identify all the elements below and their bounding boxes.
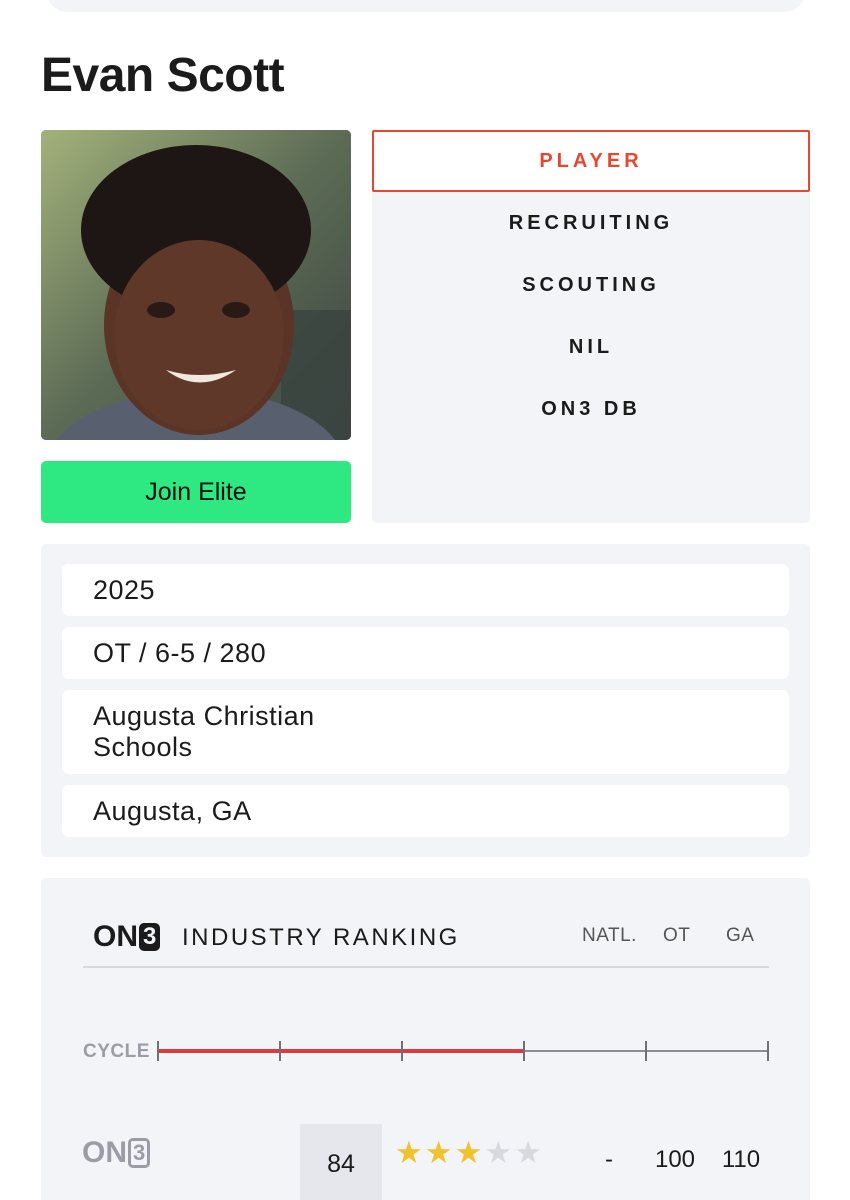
nav-recruiting[interactable]: RECRUITING: [372, 192, 810, 254]
cycle-tick: [401, 1041, 403, 1061]
nav-scouting[interactable]: SCOUTING: [372, 254, 810, 316]
cycle-tick: [767, 1041, 769, 1061]
player-rating: 84: [300, 1124, 382, 1200]
cycle-tick: [157, 1041, 159, 1061]
col-head-state: GA: [726, 925, 755, 946]
position-size: OT / 6-5 / 280: [62, 627, 789, 679]
cycle-tick: [523, 1041, 525, 1061]
national-rank: -: [605, 1146, 613, 1173]
player-photo: [41, 130, 351, 440]
high-school-line-2: Schools: [93, 732, 193, 762]
star-empty-icon: ★: [514, 1135, 542, 1170]
high-school[interactable]: Augusta Christian Schools: [62, 690, 789, 774]
previous-card: [46, 0, 806, 12]
join-elite-button[interactable]: Join Elite: [41, 461, 351, 523]
star-filled-icon: ★: [395, 1135, 423, 1170]
ranking-divider: [83, 966, 769, 968]
high-school-line-1: Augusta Christian: [93, 701, 315, 731]
col-head-position: OT: [663, 925, 691, 946]
cycle-tick: [645, 1041, 647, 1061]
nav-on3-db[interactable]: ON3 DB: [372, 378, 810, 440]
player-photo-image: [41, 130, 351, 440]
ranking-title: INDUSTRY RANKING: [182, 924, 460, 951]
star-filled-icon: ★: [424, 1135, 453, 1170]
star-filled-icon: ★: [454, 1135, 483, 1170]
col-head-natl: NATL.: [582, 925, 637, 946]
on3-rating-logo-three: 3: [128, 1138, 151, 1168]
nav-player[interactable]: PLAYER: [372, 130, 810, 192]
state-rank: 110: [721, 1146, 761, 1173]
on3-rating-logo: ON 3: [82, 1136, 151, 1170]
nav-nil[interactable]: NIL: [372, 316, 810, 378]
star-empty-icon: ★: [484, 1135, 513, 1170]
on3-logo-three: 3: [139, 923, 161, 951]
hometown: Augusta, GA: [62, 785, 789, 837]
on3-logo-on: ON: [93, 920, 138, 953]
cycle-progress-fill: [158, 1049, 524, 1053]
player-info-panel: 2025 OT / 6-5 / 280 Augusta Christian Sc…: [41, 544, 810, 857]
player-name: Evan Scott: [41, 49, 285, 102]
player-nav-panel: PLAYER RECRUITING SCOUTING NIL ON3 DB: [372, 130, 810, 523]
on3-rating-logo-on: ON: [82, 1136, 127, 1169]
star-rating: ★ ★ ★ ★ ★: [395, 1136, 544, 1170]
on3-logo: ON 3: [93, 920, 161, 954]
cycle-label: CYCLE: [83, 1041, 150, 1062]
class-year: 2025: [62, 564, 789, 616]
cycle-tick: [279, 1041, 281, 1061]
position-rank: 100: [654, 1146, 696, 1173]
industry-ranking-panel: ON 3 INDUSTRY RANKING NATL. OT GA CYCLE O…: [41, 878, 810, 1200]
